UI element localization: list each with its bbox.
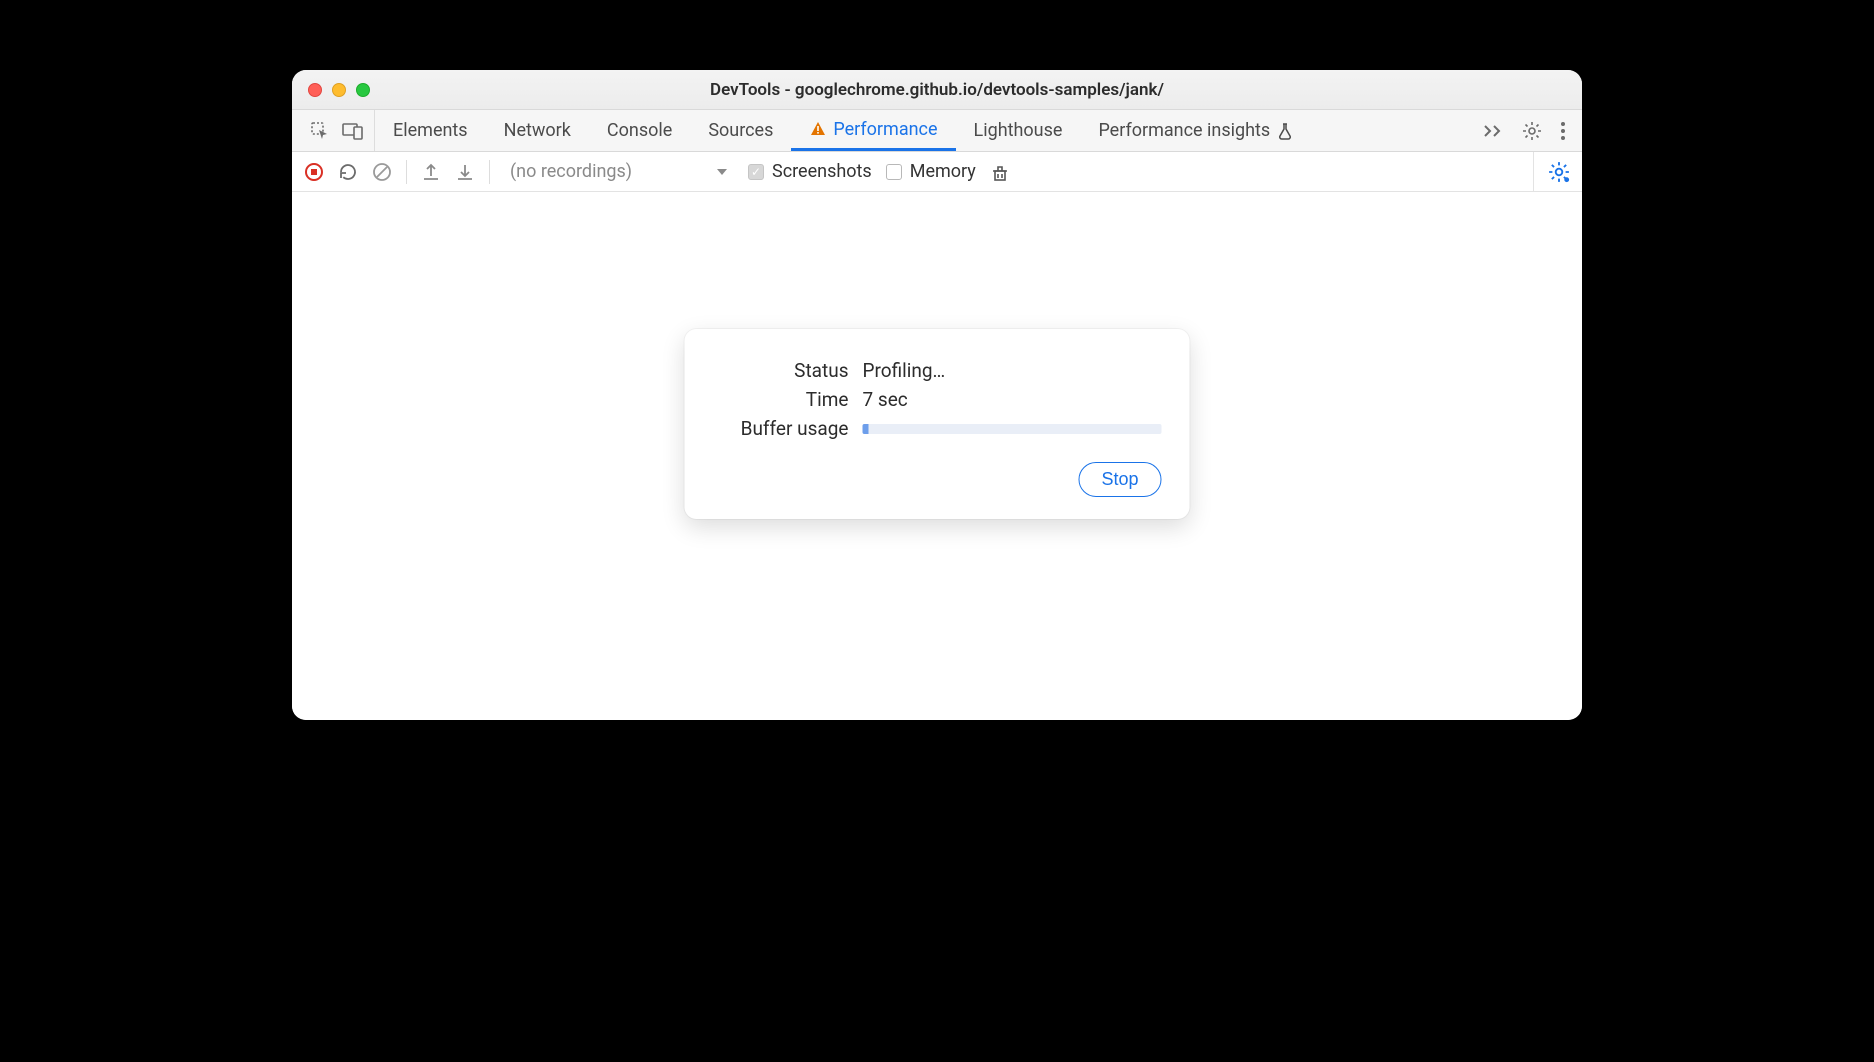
download-profile-icon[interactable] <box>455 162 475 182</box>
tab-label: Network <box>504 120 571 141</box>
recordings-select-label: (no recordings) <box>510 161 632 182</box>
status-value: Profiling… <box>863 359 1162 382</box>
settings-gear-icon[interactable] <box>1522 121 1542 141</box>
stop-button[interactable]: Stop <box>1078 462 1161 497</box>
upload-profile-icon[interactable] <box>421 162 441 182</box>
flask-icon <box>1276 122 1294 140</box>
devtools-window: DevTools - googlechrome.github.io/devtoo… <box>292 70 1582 720</box>
tab-label: Performance insights <box>1098 120 1270 141</box>
performance-content: Status Profiling… Time 7 sec Buffer usag… <box>292 192 1582 720</box>
more-tabs-icon[interactable] <box>1482 122 1504 140</box>
tab-console[interactable]: Console <box>589 110 690 151</box>
warning-icon <box>809 120 827 138</box>
checkbox-unchecked-icon <box>886 164 902 180</box>
tab-elements[interactable]: Elements <box>375 110 486 151</box>
tab-network[interactable]: Network <box>486 110 589 151</box>
collect-garbage-icon[interactable] <box>990 162 1010 182</box>
record-stop-icon[interactable] <box>304 162 324 182</box>
recordings-select[interactable]: (no recordings) <box>504 159 734 184</box>
window-title: DevTools - googlechrome.github.io/devtoo… <box>292 80 1582 100</box>
tab-lighthouse[interactable]: Lighthouse <box>956 110 1081 151</box>
memory-toggle[interactable]: Memory <box>886 161 976 182</box>
checkbox-checked-icon: ✓ <box>748 164 764 180</box>
performance-toolbar: (no recordings) ✓ Screenshots Memory <box>292 152 1582 192</box>
profiling-dialog: Status Profiling… Time 7 sec Buffer usag… <box>685 329 1190 519</box>
panel-tabbar: Elements Network Console Sources Perform… <box>292 110 1582 152</box>
titlebar: DevTools - googlechrome.github.io/devtoo… <box>292 70 1582 110</box>
tab-label: Sources <box>708 120 773 141</box>
clear-icon[interactable] <box>372 162 392 182</box>
reload-icon[interactable] <box>338 162 358 182</box>
memory-label: Memory <box>910 161 976 182</box>
chevron-down-icon <box>716 166 728 178</box>
screenshots-label: Screenshots <box>772 161 872 182</box>
time-value: 7 sec <box>863 388 1162 411</box>
panel-tabs: Elements Network Console Sources Perform… <box>375 110 1312 151</box>
tab-label: Performance <box>833 119 937 140</box>
divider <box>406 160 407 184</box>
status-label: Status <box>713 359 863 382</box>
tab-sources[interactable]: Sources <box>690 110 791 151</box>
tab-performance-insights[interactable]: Performance insights <box>1080 110 1312 151</box>
inspect-element-icon[interactable] <box>310 121 330 141</box>
tabbar-left-tools <box>300 110 375 151</box>
tabbar-right <box>1482 110 1574 151</box>
tab-label: Elements <box>393 120 468 141</box>
tab-label: Console <box>607 120 672 141</box>
buffer-usage-fill <box>863 424 869 434</box>
tab-performance[interactable]: Performance <box>791 110 955 151</box>
kebab-menu-icon[interactable] <box>1560 121 1566 141</box>
buffer-usage-progress <box>863 424 1162 434</box>
buffer-usage-label: Buffer usage <box>713 417 863 440</box>
screenshots-toggle[interactable]: ✓ Screenshots <box>748 161 872 182</box>
time-label: Time <box>713 388 863 411</box>
tab-label: Lighthouse <box>974 120 1063 141</box>
capture-settings-button[interactable] <box>1533 152 1570 191</box>
divider <box>489 160 490 184</box>
device-toolbar-icon[interactable] <box>342 121 364 141</box>
